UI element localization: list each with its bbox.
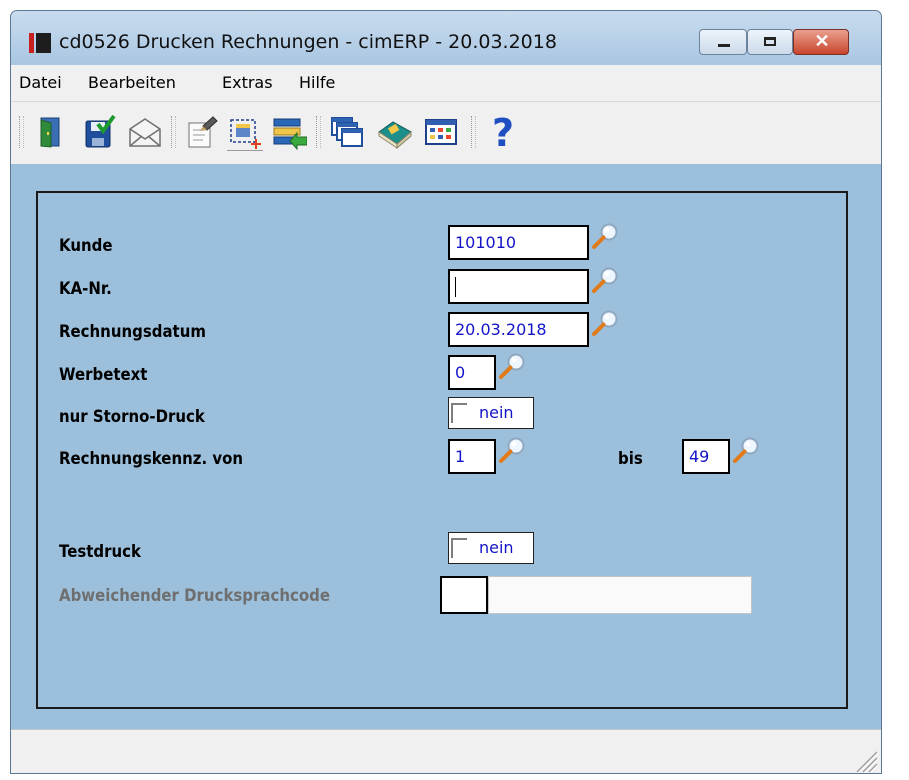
rechnungsdatum-label: Rechnungsdatum	[59, 322, 206, 342]
menu-datei[interactable]: Datei	[19, 73, 62, 92]
storno-label: nur Storno-Druck	[59, 407, 205, 427]
transfer-list-icon[interactable]	[271, 114, 308, 151]
resize-grip-icon[interactable]	[851, 746, 879, 774]
kennz-bis-input[interactable]: 49	[682, 439, 730, 474]
rechnungsdatum-lookup-icon[interactable]	[590, 308, 620, 338]
toolbar-separator	[19, 116, 24, 148]
testdruck-value: nein	[479, 538, 514, 557]
table-icon[interactable]	[423, 114, 459, 150]
testdruck-checkbox[interactable]: nein	[448, 532, 534, 564]
werbetext-input[interactable]: 0	[448, 355, 496, 390]
sprachcode-label: Abweichender Drucksprachcode	[59, 586, 331, 606]
menu-bearbeiten[interactable]: Bearbeiten	[88, 73, 176, 92]
exit-door-icon[interactable]	[31, 114, 67, 150]
menu-extras[interactable]: Extras	[222, 73, 273, 92]
checkbox-box	[451, 403, 467, 423]
sprachcode-description	[488, 576, 752, 614]
help-icon[interactable]: ?	[485, 111, 521, 155]
storno-checkbox[interactable]: nein	[448, 397, 534, 429]
status-bar	[11, 729, 881, 774]
close-button[interactable]: ✕	[793, 29, 849, 55]
werbetext-label: Werbetext	[59, 365, 148, 385]
maximize-icon	[764, 37, 776, 46]
form-panel: Kunde 101010 KA-Nr. Rechnungsdatum 20.03…	[36, 191, 848, 709]
toolbar-separator	[171, 116, 176, 148]
select-area-icon[interactable]	[227, 114, 263, 151]
kennz-von-input[interactable]: 1	[448, 439, 496, 474]
menu-hilfe[interactable]: Hilfe	[299, 73, 335, 92]
ka-nr-lookup-icon[interactable]	[590, 265, 620, 295]
kunde-label: Kunde	[59, 236, 113, 256]
kennz-bis-lookup-icon[interactable]	[731, 435, 761, 465]
kennz-von-lookup-icon[interactable]	[497, 435, 527, 465]
app-window: cd0526 Drucken Rechnungen - cimERP - 20.…	[10, 10, 882, 774]
svg-text:?: ?	[492, 114, 514, 150]
werbetext-lookup-icon[interactable]	[497, 351, 527, 381]
app-logo-icon	[29, 33, 51, 53]
text-caret	[455, 277, 456, 297]
toolbar-separator	[471, 116, 476, 148]
sprachcode-input[interactable]	[440, 576, 488, 614]
book-icon[interactable]	[377, 114, 413, 150]
edit-document-icon[interactable]	[183, 114, 219, 150]
ka-nr-label: KA-Nr.	[59, 279, 112, 299]
kunde-lookup-icon[interactable]	[590, 221, 620, 251]
kennz-label: Rechnungskennz. von	[59, 449, 244, 469]
testdruck-label: Testdruck	[59, 542, 141, 562]
ka-nr-input[interactable]	[448, 269, 589, 304]
window-title: cd0526 Drucken Rechnungen - cimERP - 20.…	[59, 31, 557, 53]
minimize-button[interactable]	[699, 29, 747, 55]
toolbar-separator	[316, 116, 321, 148]
minimize-icon	[718, 44, 730, 47]
menu-bar: Datei Bearbeiten Extras Hilfe	[11, 65, 881, 101]
maximize-button[interactable]	[747, 29, 793, 55]
kunde-input[interactable]: 101010	[448, 225, 589, 260]
close-icon: ✕	[814, 31, 830, 51]
rechnungsdatum-input[interactable]: 20.03.2018	[448, 312, 589, 347]
bis-label: bis	[618, 449, 643, 469]
checkbox-box	[451, 538, 467, 558]
toolbar: ?	[11, 101, 881, 164]
storno-value: nein	[479, 403, 514, 422]
title-bar[interactable]: cd0526 Drucken Rechnungen - cimERP - 20.…	[11, 11, 881, 65]
windows-icon[interactable]	[329, 114, 365, 150]
save-check-icon[interactable]	[81, 114, 117, 150]
mail-envelope-icon[interactable]	[127, 114, 163, 150]
